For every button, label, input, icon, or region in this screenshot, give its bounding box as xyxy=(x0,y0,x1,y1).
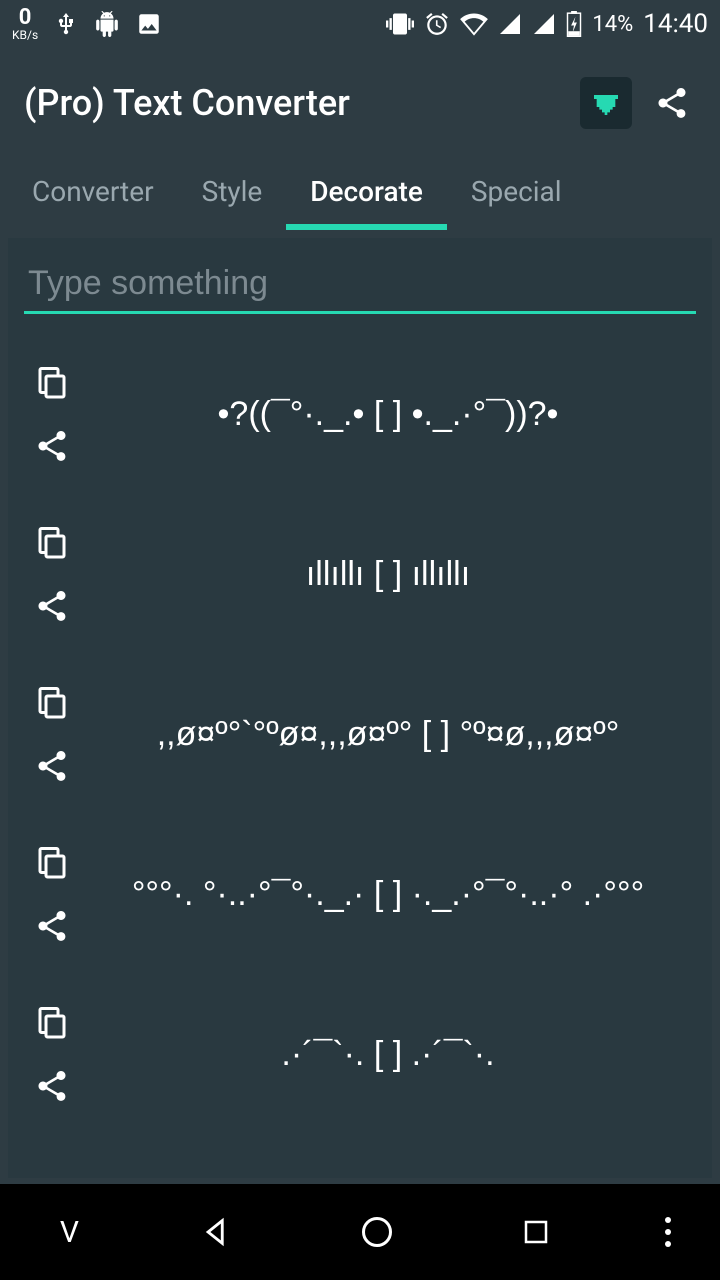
copy-button[interactable] xyxy=(32,842,72,882)
tab-style[interactable]: Style xyxy=(178,158,287,230)
input-wrapper xyxy=(24,258,696,314)
app-container: (Pro) Text Converter Converter Style Dec… xyxy=(0,48,720,1184)
result-actions xyxy=(24,974,80,1134)
clock-time: 14:40 xyxy=(643,9,708,39)
copy-button[interactable] xyxy=(32,1002,72,1042)
share-item-button[interactable] xyxy=(32,906,72,946)
app-bar: (Pro) Text Converter xyxy=(0,48,720,158)
nav-recent-button[interactable] xyxy=(506,1202,566,1262)
picture-icon xyxy=(136,11,162,37)
nav-back-button[interactable] xyxy=(188,1202,248,1262)
battery-percent: 14% xyxy=(592,12,633,37)
result-text: •?((¯°·._.• [ ] •._.·°¯))?• xyxy=(80,334,696,494)
kbs-unit: KB/s xyxy=(12,29,38,41)
android-debug-icon xyxy=(94,11,120,37)
network-speed-indicator: 0 KB/s xyxy=(12,7,38,41)
nav-extra-button[interactable]: V xyxy=(49,1215,89,1250)
android-status-bar: 0 KB/s 14% 14:40 xyxy=(0,0,720,48)
tab-decorate[interactable]: Decorate xyxy=(286,158,447,230)
copy-button[interactable] xyxy=(32,522,72,562)
result-actions xyxy=(24,494,80,654)
tab-special[interactable]: Special xyxy=(447,158,586,230)
ascii-art-action[interactable] xyxy=(580,77,632,129)
kbs-value: 0 xyxy=(12,7,38,29)
share-button[interactable] xyxy=(648,79,696,127)
result-row: °°°·. °·..·°¯°·._.· [ ] ·._.·°¯°·..·° .·… xyxy=(24,814,696,974)
status-right: 14% 14:40 xyxy=(386,9,708,39)
result-text: °°°·. °·..·°¯°·._.· [ ] ·._.·°¯°·..·° .·… xyxy=(80,814,696,974)
vibrate-icon xyxy=(386,10,414,38)
text-input[interactable] xyxy=(28,264,692,303)
nav-menu-button[interactable] xyxy=(665,1217,671,1247)
usb-icon xyxy=(54,9,78,39)
result-text: ,,ø¤º°`°ºø¤,,,ø¤º° [ ] °º¤ø,,,ø¤º° xyxy=(80,654,696,814)
wifi-icon xyxy=(460,10,488,38)
result-row: ,,ø¤º°`°ºø¤,,,ø¤º° [ ] °º¤ø,,,ø¤º° xyxy=(24,654,696,814)
result-actions xyxy=(24,654,80,814)
content-panel: •?((¯°·._.• [ ] •._.·°¯))?•ıllıllı [ ] ı… xyxy=(8,238,712,1178)
result-actions xyxy=(24,814,80,974)
copy-button[interactable] xyxy=(32,682,72,722)
result-actions xyxy=(24,334,80,494)
share-item-button[interactable] xyxy=(32,586,72,626)
result-text: ıllıllı [ ] ıllıllı xyxy=(80,494,696,654)
copy-button[interactable] xyxy=(32,362,72,402)
app-title: (Pro) Text Converter xyxy=(24,82,564,124)
tab-converter[interactable]: Converter xyxy=(8,158,178,230)
status-left: 0 KB/s xyxy=(12,7,162,41)
share-item-button[interactable] xyxy=(32,426,72,466)
result-row: •?((¯°·._.• [ ] •._.·°¯))?• xyxy=(24,334,696,494)
battery-charging-icon xyxy=(566,11,582,37)
signal-icon-2 xyxy=(532,12,556,36)
tab-bar: Converter Style Decorate Special xyxy=(0,158,720,230)
nav-home-button[interactable] xyxy=(347,1202,407,1262)
share-item-button[interactable] xyxy=(32,746,72,786)
share-item-button[interactable] xyxy=(32,1066,72,1106)
results-list: •?((¯°·._.• [ ] •._.·°¯))?•ıllıllı [ ] ı… xyxy=(24,334,696,1134)
result-text: .·´¯`·. [ ] .·´¯`·. xyxy=(80,974,696,1134)
alarm-icon xyxy=(424,11,450,37)
android-nav-bar: V xyxy=(0,1184,720,1280)
signal-icon xyxy=(498,12,522,36)
result-row: ıllıllı [ ] ıllıllı xyxy=(24,494,696,654)
result-row: .·´¯`·. [ ] .·´¯`·. xyxy=(24,974,696,1134)
